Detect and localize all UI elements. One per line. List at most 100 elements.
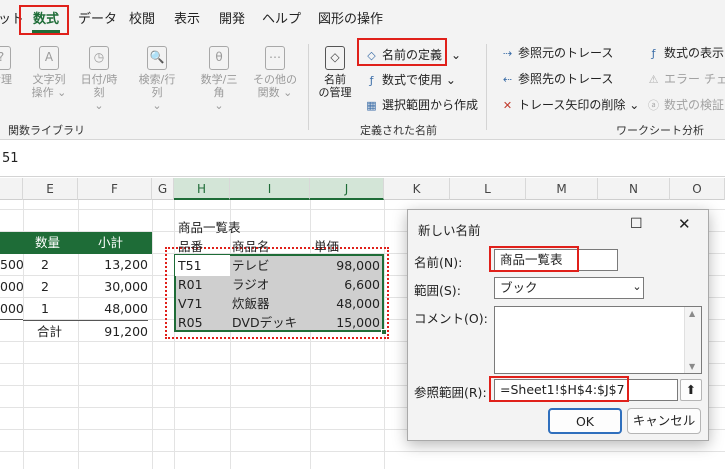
show-formulas-button[interactable]: ƒ 数式の表示 [646,44,724,62]
tab-help[interactable]: ヘルプ [262,8,301,27]
error-checking-button[interactable]: ⚠エラー チェック [646,70,725,88]
clock-icon: ◷ [89,46,109,70]
cancel-button[interactable]: キャンセル [627,408,701,434]
chevron-down-icon[interactable]: ⌄ [630,278,644,298]
trace-dependents-icon: ⇠ [502,73,513,86]
column-header-j[interactable]: J [310,178,384,200]
logical-icon: ? [0,46,11,70]
date-time-button[interactable]: ◷ 日付/時刻 ⌄ [76,46,122,112]
price-cell[interactable]: 500 [0,254,23,276]
column-header-i[interactable]: I [230,178,310,200]
trace-precedents-button[interactable]: ⇢ 参照元のトレース [500,44,614,62]
column-header-o[interactable]: O [670,178,725,200]
more-functions-button[interactable]: ⋯ その他の 関数 ⌄ [252,46,298,99]
product-name-cell[interactable]: DVDデッキ [232,312,297,334]
formula-bar-value: 51 [2,151,19,166]
subtotal-cell[interactable]: 48,000 [78,298,148,320]
ribbon-tabs: ット 数式 データ 校閲 表示 開発 ヘルプ 図形の操作 [0,0,725,36]
fx-icon: ƒ [369,74,374,87]
maximize-icon[interactable]: ☐ [630,216,643,232]
define-name-dropdown[interactable]: ⌄ [451,46,461,64]
column-header-g[interactable]: G [152,178,174,200]
column-header-n[interactable]: N [598,178,670,200]
name-manager-button[interactable]: ◇ 名前 の管理 [312,46,358,99]
warning-icon: ⚠ [648,73,659,86]
column-header-f[interactable]: F [78,178,152,200]
scope-select[interactable]: ブック [494,277,644,299]
tag-icon: ◇ [325,46,345,70]
create-from-selection-button[interactable]: ▦ 選択範囲から作成 [364,96,478,114]
lookup-icon: 🔍 [147,46,167,70]
defined-names-group-label: 定義された名前 [360,124,437,137]
qty-header: 数量 [23,232,78,254]
chevron-down-icon: ⌄ [451,48,462,62]
scope-label: 範囲(S): [414,283,461,298]
total-value[interactable]: 91,200 [78,320,148,342]
qty-cell[interactable]: 1 [23,298,78,320]
highlight-name-input [489,246,579,272]
column-header-e[interactable]: E [23,178,78,200]
comment-textarea[interactable] [494,306,702,374]
qty-cell[interactable]: 2 [23,254,78,276]
price-cell[interactable]: 000 [0,298,23,320]
arrow-up-icon: ⬆ [685,382,697,397]
text-icon: A [39,46,59,70]
column-header-l[interactable]: L [450,178,526,200]
subtotal-cell[interactable]: 13,200 [78,254,148,276]
evaluate-icon: ⓐ [648,99,659,112]
show-formulas-icon: ƒ [651,47,656,60]
ribbon-separator [486,44,487,130]
close-icon[interactable]: ✕ [678,215,691,233]
comment-label: コメント(O): [414,311,488,326]
product-price-cell[interactable]: 15,000 [310,312,380,334]
scroll-down-icon[interactable]: ▼ [689,362,695,371]
subtotal-cell[interactable]: 30,000 [78,276,148,298]
formula-bar[interactable]: 51 [0,141,725,177]
chevron-down-icon: ⌄ [445,73,456,87]
column-header-k[interactable]: K [384,178,450,200]
ok-button[interactable]: OK [548,408,622,434]
subtotal-header: 小計 [78,232,152,254]
price-cell[interactable]: 000 [0,276,23,298]
trace-dependents-button[interactable]: ⇠ 参照先のトレース [500,70,614,88]
product-code-cell[interactable]: R05 [178,312,203,334]
formula-auditing-group-label: ワークシート分析 [616,124,704,137]
column-headers: E F G H I J K L M N O [0,178,725,200]
column-header[interactable] [0,178,23,200]
highlight-ref-input [489,376,629,402]
tab-shape-format[interactable]: 図形の操作 [318,8,383,27]
scroll-up-icon[interactable]: ▲ [689,309,695,318]
lookup-reference-button[interactable]: 🔍 検索/行列 ⌄ [134,46,180,112]
highlight-formulas-tab [19,5,69,35]
tab-view[interactable]: 表示 [174,8,200,27]
math-trig-button[interactable]: θ 数学/三角 ⌄ [196,46,242,112]
more-icon: ⋯ [265,46,285,70]
new-name-dialog: 新しい名前 ☐ ✕ 名前(N): 商品一覧表 範囲(S): ブック ⌄ コメント… [407,209,709,441]
collapse-dialog-button[interactable]: ⬆ [680,379,702,401]
trace-precedents-icon: ⇢ [502,47,513,60]
logical-button[interactable]: ?論理 [0,46,24,86]
remove-arrows-button[interactable]: ✕ トレース矢印の削除 ⌄ [500,96,639,114]
theta-icon: θ [209,46,229,70]
qty-cell[interactable]: 2 [23,276,78,298]
evaluate-formula-button[interactable]: ⓐ 数式の検証 [646,96,724,114]
grid-icon: ▦ [366,99,377,112]
chevron-down-icon: ⌄ [629,98,640,112]
ribbon-separator [308,44,309,130]
ref-label: 参照範囲(R): [414,385,487,400]
column-header-m[interactable]: M [526,178,598,200]
text-functions-button[interactable]: A 文字列 操作 ⌄ [26,46,72,99]
dialog-title: 新しい名前 [418,223,481,238]
use-in-formula-button[interactable]: ƒ 数式で使用 ⌄ [364,71,456,89]
total-label[interactable]: 合計 [23,320,78,342]
function-library-group-label: 関数ライブラリ [8,124,85,137]
column-header-h[interactable]: H [174,178,230,200]
highlight-define-name [357,38,447,66]
tab-review[interactable]: 校閲 [129,8,155,27]
comment-scrollbar[interactable]: ▲ ▼ [684,307,701,373]
tab-data[interactable]: データ [78,8,117,27]
tab-developer[interactable]: 開発 [219,8,245,27]
remove-arrows-icon: ✕ [502,99,513,112]
total-border [0,319,23,320]
name-label: 名前(N): [414,255,463,270]
